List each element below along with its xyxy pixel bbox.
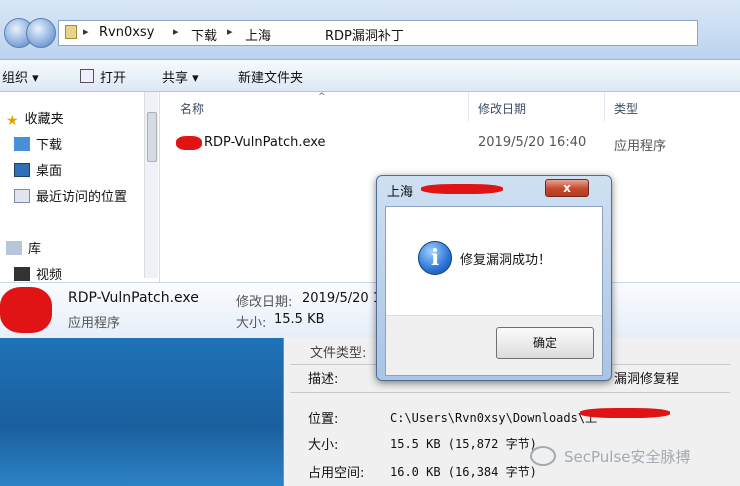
- nav-desktop-label: 桌面: [36, 164, 63, 179]
- video-icon: [14, 267, 30, 281]
- folder-icon: [65, 25, 77, 39]
- open-icon: [80, 69, 94, 83]
- redacted-large-icon: [0, 287, 52, 333]
- dialog-body: i 修复漏洞成功！ 确定: [385, 206, 603, 376]
- crumb-sep-icon: ▸: [227, 25, 233, 38]
- details-file-name: RDP-VulnPatch.exe: [68, 290, 199, 306]
- nav-downloads[interactable]: 下载: [14, 134, 62, 153]
- desktop-icon: [14, 163, 30, 177]
- crumb-user[interactable]: Rvn0xsy: [99, 25, 154, 40]
- nav-videos-label: 视频: [36, 268, 63, 283]
- dialog-footer: 确定: [386, 315, 602, 375]
- nav-scrollbar[interactable]: [144, 92, 158, 278]
- props-desc-label: 描述:: [308, 372, 339, 387]
- watermark-text: SecPulse安全脉搏: [564, 448, 691, 466]
- props-size-label: 大小:: [308, 438, 339, 453]
- column-divider: [604, 92, 605, 122]
- props-size-value: 15.5 KB (15,872 字节): [390, 437, 537, 451]
- message-dialog: 上海 x i 修复漏洞成功！ 确定: [376, 175, 612, 381]
- library-icon: [6, 241, 22, 255]
- props-disk-value: 16.0 KB (16,384 字节): [390, 465, 537, 479]
- recent-places-icon: [14, 189, 30, 203]
- nav-favorites[interactable]: ★ 收藏夹: [6, 108, 64, 129]
- organize-button[interactable]: 组织 ▾: [2, 67, 39, 86]
- nav-recent-label: 最近访问的位置: [36, 190, 128, 205]
- file-row[interactable]: RDP-VulnPatch.exe 2019/5/20 16:40 应用程序: [170, 132, 730, 154]
- props-location-label: 位置:: [308, 412, 339, 427]
- navigation-pane: ★ 收藏夹 下载 桌面 最近访问的位置 库 视频: [0, 92, 160, 283]
- props-location-value: C:\Users\Rvn0xsy\Downloads\上: [390, 411, 598, 425]
- details-type: 应用程序: [68, 316, 121, 331]
- crumb-folder-current[interactable]: RDP漏洞补丁: [325, 25, 404, 44]
- details-modified-label: 修改日期:: [236, 295, 293, 310]
- nav-downloads-label: 下载: [36, 138, 63, 153]
- props-section-header: 文件类型:: [310, 346, 367, 361]
- close-button[interactable]: x: [545, 179, 589, 197]
- forward-button[interactable]: [26, 18, 56, 48]
- crumb-folder-parent[interactable]: 上海: [245, 25, 271, 44]
- props-divider: [290, 392, 730, 393]
- address-bar-region: ▸ Rvn0xsy ▸ 下载 ▸ 上海 RDP漏洞补丁: [0, 0, 740, 60]
- nav-desktop[interactable]: 桌面: [14, 160, 62, 179]
- crumb-downloads[interactable]: 下载: [191, 25, 217, 44]
- nav-favorites-label: 收藏夹: [24, 112, 64, 127]
- sort-up-icon: ^: [318, 92, 326, 102]
- redacted-file-icon: [176, 136, 202, 150]
- column-header-type[interactable]: 类型: [614, 100, 638, 117]
- file-name: RDP-VulnPatch.exe: [204, 135, 326, 150]
- file-type: 应用程序: [614, 139, 667, 154]
- open-button[interactable]: 打开: [100, 67, 126, 86]
- address-input[interactable]: ▸ Rvn0xsy ▸ 下载 ▸ 上海 RDP漏洞补丁: [58, 20, 698, 46]
- ok-button[interactable]: 确定: [496, 327, 594, 359]
- command-toolbar: 组织 ▾ 打开 共享 ▾ 新建文件夹: [0, 60, 740, 92]
- crumb-sep-icon: ▸: [83, 25, 89, 38]
- redacted-title: [421, 184, 503, 194]
- share-button[interactable]: 共享 ▾: [162, 67, 199, 86]
- details-pane: RDP-VulnPatch.exe 修改日期: 2019/5/20 16:40 …: [0, 282, 740, 338]
- nav-videos[interactable]: 视频: [14, 264, 62, 283]
- nav-recent[interactable]: 最近访问的位置: [14, 186, 127, 205]
- column-header-name[interactable]: 名称: [180, 100, 204, 117]
- dialog-title: 上海: [387, 185, 414, 200]
- download-folder-icon: [14, 137, 30, 151]
- file-date: 2019/5/20 16:40: [478, 135, 587, 150]
- nav-scrollbar-thumb[interactable]: [147, 112, 157, 162]
- column-divider: [468, 92, 469, 122]
- new-folder-button[interactable]: 新建文件夹: [238, 67, 303, 86]
- details-size-value: 15.5 KB: [274, 312, 325, 327]
- redacted-path: [580, 408, 670, 418]
- crumb-sep-icon: ▸: [173, 25, 179, 38]
- props-disk-label: 占用空间:: [308, 466, 365, 481]
- nav-library[interactable]: 库: [6, 238, 41, 257]
- nav-library-label: 库: [28, 242, 42, 257]
- wechat-icon: [530, 446, 556, 466]
- props-desc-value: 漏洞修复程: [614, 372, 680, 387]
- star-icon: ★: [6, 113, 19, 129]
- column-header-date[interactable]: 修改日期: [478, 100, 526, 117]
- details-size-label: 大小:: [236, 316, 267, 331]
- dialog-message: 修复漏洞成功！: [460, 253, 552, 268]
- info-icon: i: [418, 241, 452, 275]
